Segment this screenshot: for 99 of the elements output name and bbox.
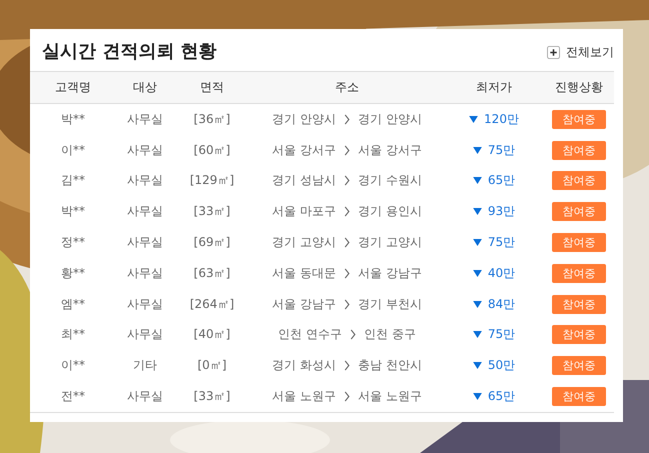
from-address: 서울 동대문 <box>272 264 336 282</box>
target-cell-text: 사무실 <box>126 234 164 252</box>
status-button[interactable]: 참여중 <box>552 294 606 314</box>
chevron-right-icon <box>344 206 350 218</box>
to-address: 경기 수원시 <box>358 172 422 190</box>
lowest-price: 50만 <box>488 357 516 374</box>
chevron-right-icon <box>344 175 350 186</box>
target-cell-text: 기타 <box>132 357 158 374</box>
target-cell-text: 사무실 <box>126 388 164 406</box>
target-cell-text: 사무실 <box>126 296 164 313</box>
column-header: 대상 <box>132 79 158 96</box>
chevron-right-icon <box>344 144 350 156</box>
column-header: 최저가 <box>475 79 513 96</box>
to-address: 충남 천안시 <box>358 357 422 374</box>
lowest-price: 120만 <box>484 110 519 128</box>
customer-name: 정** <box>60 234 86 252</box>
status-button[interactable]: 참여중 <box>552 325 606 344</box>
view-all-link[interactable]: 전체보기 <box>547 44 614 61</box>
target-cell-text: 사무실 <box>126 264 164 282</box>
plus-icon <box>547 46 560 59</box>
status-button[interactable]: 참여중 <box>552 387 606 406</box>
area-cell-text: [40㎡] <box>192 326 232 344</box>
customer-name: 이** <box>60 357 86 374</box>
lowest-price: 75만 <box>488 234 516 252</box>
from-address: 서울 강서구 <box>272 142 336 159</box>
area-cell-text: [33㎡] <box>192 388 232 406</box>
status-button[interactable]: 참여중 <box>552 110 606 129</box>
column-header: 주소 <box>334 79 360 96</box>
from-address: 경기 성남시 <box>272 172 336 190</box>
column-header: 고객명 <box>54 79 92 96</box>
to-address: 경기 부천시 <box>358 296 422 313</box>
target-cell-text: 사무실 <box>126 203 164 220</box>
customer-name: 최** <box>60 326 86 344</box>
customer-name: 박** <box>60 110 86 128</box>
status-button[interactable]: 참여중 <box>552 233 606 252</box>
chevron-right-icon <box>344 237 350 248</box>
customer-name: 김** <box>60 172 86 190</box>
area-cell-text: [33㎡] <box>192 203 232 220</box>
lowest-price: 65만 <box>488 172 516 190</box>
lowest-price: 75만 <box>488 142 516 159</box>
down-triangle-icon <box>472 393 482 400</box>
to-address: 서울 강서구 <box>358 142 422 159</box>
down-triangle-icon <box>472 239 482 246</box>
to-address: 경기 고양시 <box>358 234 422 252</box>
target-cell-text: 사무실 <box>126 142 164 159</box>
status-button[interactable]: 참여중 <box>552 202 606 222</box>
customer-name: 전** <box>60 388 86 406</box>
to-address: 인천 중구 <box>364 326 416 344</box>
down-triangle-icon <box>469 116 478 123</box>
status-button[interactable]: 참여중 <box>552 356 606 376</box>
down-triangle-icon <box>472 208 482 216</box>
down-triangle-icon <box>472 331 482 338</box>
lowest-price: 65만 <box>488 388 516 406</box>
from-address: 경기 안양시 <box>272 110 336 128</box>
chevron-right-icon <box>344 114 350 125</box>
target-cell-text: 사무실 <box>126 172 164 190</box>
chevron-right-icon <box>344 391 350 402</box>
from-address: 인천 연수구 <box>278 326 342 344</box>
status-button[interactable]: 참여중 <box>552 264 606 283</box>
lowest-price: 93만 <box>488 203 516 220</box>
from-address: 서울 강남구 <box>272 296 336 313</box>
chevron-right-icon <box>344 298 350 310</box>
target-cell-text: 사무실 <box>126 110 164 128</box>
down-triangle-icon <box>472 362 482 370</box>
column-header: 진행상황 <box>554 79 604 96</box>
from-address: 경기 화성시 <box>272 357 336 374</box>
customer-name: 엠** <box>60 296 86 313</box>
area-cell-text: [69㎡] <box>192 234 232 252</box>
status-button[interactable]: 참여중 <box>552 140 606 160</box>
area-cell-text: [60㎡] <box>192 142 232 159</box>
lowest-price: 40만 <box>488 264 516 282</box>
lowest-price: 84만 <box>488 296 516 313</box>
to-address: 경기 안양시 <box>358 110 422 128</box>
down-triangle-icon <box>472 300 482 308</box>
customer-name: 박** <box>60 203 86 220</box>
target-cell-text: 사무실 <box>126 326 164 344</box>
area-cell-text: [0㎡] <box>196 357 228 374</box>
to-address: 서울 강남구 <box>358 264 422 282</box>
chevron-right-icon <box>344 268 350 279</box>
area-cell-text: [63㎡] <box>192 264 232 282</box>
chevron-right-icon <box>344 360 350 372</box>
down-triangle-icon <box>472 270 482 277</box>
column-header: 면적 <box>199 79 225 96</box>
customer-name: 황** <box>60 264 86 282</box>
area-cell-text: [36㎡] <box>192 110 232 128</box>
panel-title: 실시간 견적의뢰 현황 <box>42 40 217 63</box>
status-button[interactable]: 참여중 <box>552 171 606 190</box>
down-triangle-icon <box>472 177 482 184</box>
from-address: 서울 마포구 <box>272 203 336 220</box>
from-address: 서울 노원구 <box>272 388 336 406</box>
to-address: 경기 용인시 <box>358 203 422 220</box>
area-cell-text: [129㎡] <box>188 172 236 190</box>
area-cell-text: [264㎡] <box>188 296 236 313</box>
lowest-price: 75만 <box>488 326 516 344</box>
down-triangle-icon <box>472 146 482 154</box>
customer-name: 이** <box>60 142 86 159</box>
from-address: 경기 고양시 <box>272 234 336 252</box>
to-address: 서울 노원구 <box>358 388 422 406</box>
chevron-right-icon <box>350 329 356 340</box>
